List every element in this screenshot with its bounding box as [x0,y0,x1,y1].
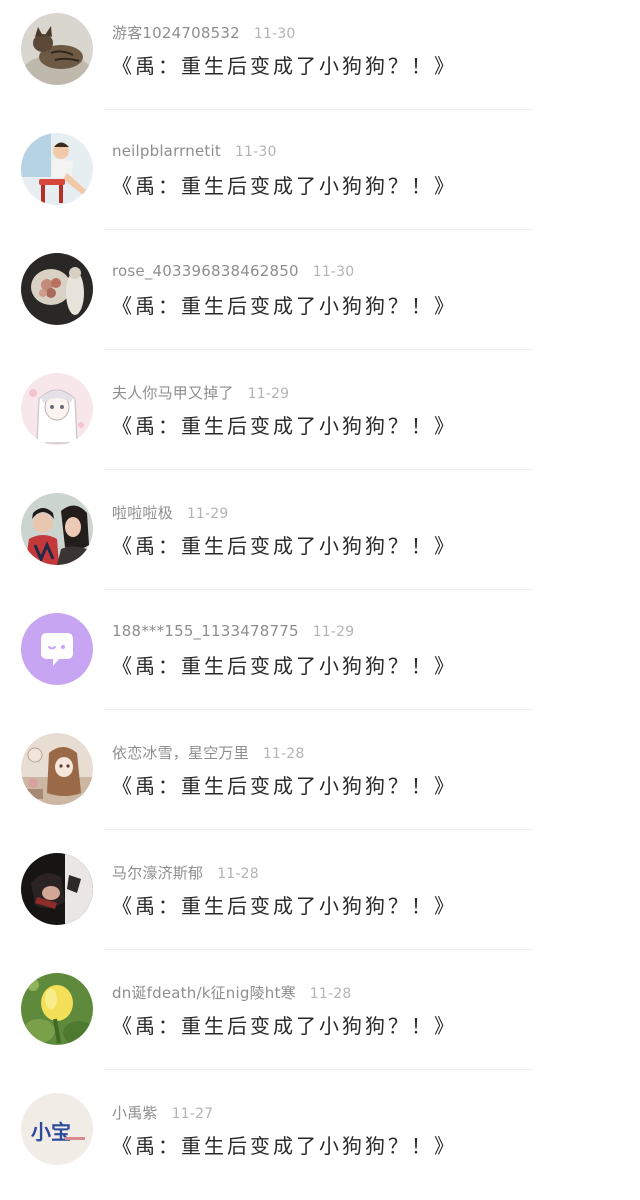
divider [104,1069,534,1070]
comment-meta: 啦啦啦极 11-29 [112,502,229,524]
avatar-image [21,373,93,445]
comment-item[interactable]: 啦啦啦极 11-29 《禹：重生后变成了小狗狗？！》 [0,480,640,600]
divider [104,829,534,830]
timestamp: 11-28 [309,986,352,1002]
divider [104,709,534,710]
comment-meta: 188***155_1133478775 11-29 [112,622,354,644]
comment-meta: 小禹紫 11-27 [112,1102,213,1124]
divider [104,109,534,110]
comment-meta: neilpblarrnetit 11-30 [112,142,277,164]
comment-meta: 夫人你马甲又掉了 11-29 [112,382,289,404]
comment-meta: 依恋冰雪，星空万里 11-28 [112,742,305,764]
yellow-flower-avatar[interactable] [21,973,93,1045]
comment-text: 《禹：重生后变成了小狗狗？！》 [112,174,457,198]
comment-text: 《禹：重生后变成了小狗狗？！》 [112,774,457,798]
timestamp: 11-30 [253,26,296,42]
comment-item[interactable]: 夫人你马甲又掉了 11-29 《禹：重生后变成了小狗狗？！》 [0,360,640,480]
comment-item[interactable]: 小宝 小禹紫 11-27 《禹：重生后变成了小狗狗？！》 [0,1080,640,1200]
avatar-image [21,13,93,85]
username[interactable]: 马尔濠济斯郁 [112,864,203,882]
timestamp: 11-28 [262,746,305,762]
avatar-image [21,733,93,805]
comment-meta: 游客1024708532 11-30 [112,22,296,44]
username[interactable]: 夫人你马甲又掉了 [112,384,234,402]
divider [104,229,534,230]
comment-text: 《禹：重生后变成了小狗狗？！》 [112,54,457,78]
comment-item[interactable]: neilpblarrnetit 11-30 《禹：重生后变成了小狗狗？！》 [0,120,640,240]
username[interactable]: 188***155_1133478775 [112,622,299,640]
avatar-image [21,973,93,1045]
username[interactable]: rose_403396838462850 [112,262,299,280]
timestamp: 11-29 [186,506,229,522]
divider [104,949,534,950]
divider [104,349,534,350]
timestamp: 11-29 [247,386,290,402]
chat-bubble-icon [21,613,93,685]
anime-girl-avatar[interactable] [21,373,93,445]
username[interactable]: 依恋冰雪，星空万里 [112,744,249,762]
username[interactable]: 啦啦啦极 [112,504,173,522]
avatar-image [21,493,93,565]
comment-text: 《禹：重生后变成了小狗狗？！》 [112,894,457,918]
comment-text: 《禹：重生后变成了小狗狗？！》 [112,1134,457,1158]
avatar-image [21,253,93,325]
timestamp: 11-27 [171,1106,214,1122]
comment-item[interactable]: 依恋冰雪，星空万里 11-28 《禹：重生后变成了小狗狗？！》 [0,720,640,840]
username[interactable]: dn诞fdeath/k征nig陵ht寒 [112,984,296,1002]
timestamp: 11-29 [312,624,355,640]
avatar-image [21,853,93,925]
comment-item[interactable]: dn诞fdeath/k征nig陵ht寒 11-28 《禹：重生后变成了小狗狗？！》 [0,960,640,1080]
avatar-image: 小宝 [21,1093,93,1165]
comment-item[interactable]: 游客1024708532 11-30 《禹：重生后变成了小狗狗？！》 [0,0,640,120]
comment-text: 《禹：重生后变成了小狗狗？！》 [112,654,457,678]
flower-bouquet-avatar[interactable] [21,253,93,325]
comment-text: 《禹：重生后变成了小狗狗？！》 [112,534,457,558]
comment-text: 《禹：重生后变成了小狗狗？！》 [112,414,457,438]
comment-text: 《禹：重生后变成了小狗狗？！》 [112,1014,457,1038]
cat-photo-avatar[interactable] [21,13,93,85]
comment-item[interactable]: rose_403396838462850 11-30 《禹：重生后变成了小狗狗？！… [0,240,640,360]
xiaobao-logo-avatar[interactable]: 小宝 [21,1093,93,1165]
comment-list: 游客1024708532 11-30 《禹：重生后变成了小狗狗？！》 neilpb… [0,0,640,1187]
default-chat-bubble-avatar[interactable] [21,613,93,685]
avatar-logo-text: 小宝 [31,1120,71,1144]
divider [104,469,534,470]
comment-meta: 马尔濠济斯郁 11-28 [112,862,259,884]
timestamp: 11-28 [217,866,259,882]
username[interactable]: 小禹紫 [112,1104,158,1122]
comment-item[interactable]: 马尔濠济斯郁 11-28 《禹：重生后变成了小狗狗？！》 [0,840,640,960]
comment-meta: rose_403396838462850 11-30 [112,262,354,284]
dark-portrait-avatar[interactable] [21,853,93,925]
comment-meta: dn诞fdeath/k征nig陵ht寒 11-28 [112,982,351,1004]
username[interactable]: 游客1024708532 [112,24,240,42]
doll-illustration-avatar[interactable] [21,733,93,805]
timestamp: 11-30 [312,264,355,280]
timestamp: 11-30 [234,144,277,160]
avatar-image [21,133,93,205]
divider [104,589,534,590]
username[interactable]: neilpblarrnetit [112,142,221,160]
pinup-illustration-avatar[interactable] [21,133,93,205]
comment-item[interactable]: 188***155_1133478775 11-29 《禹：重生后变成了小狗狗？！… [0,600,640,720]
couple-photo-avatar[interactable] [21,493,93,565]
comment-text: 《禹：重生后变成了小狗狗？！》 [112,294,457,318]
